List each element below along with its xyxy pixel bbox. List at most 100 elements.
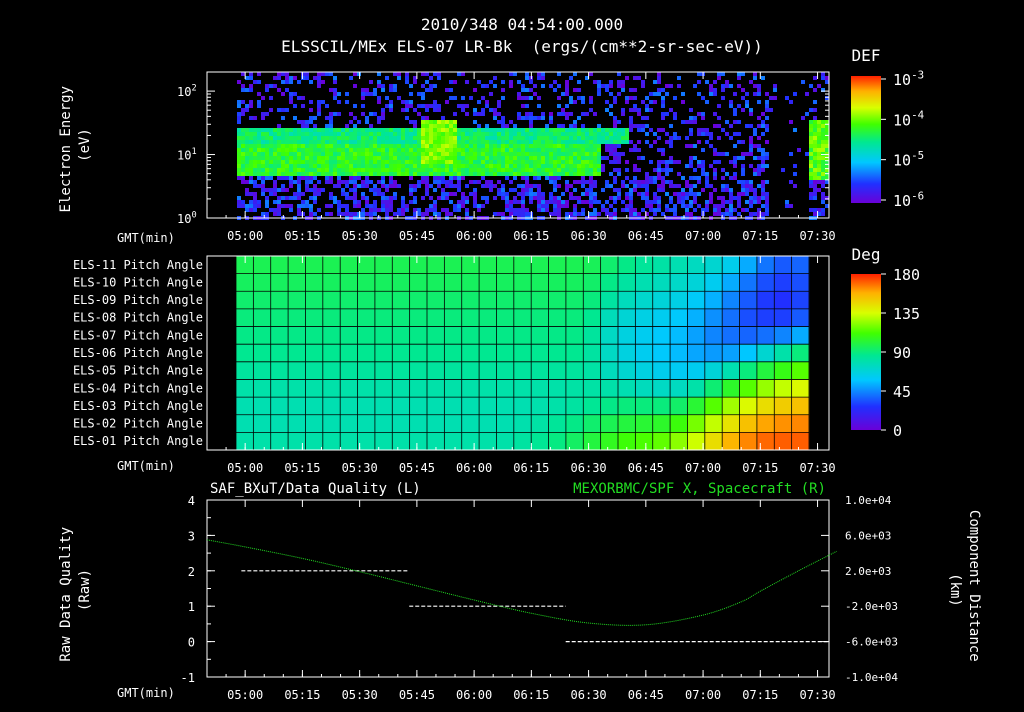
spectrogram-cell [333,168,337,172]
spectrogram-cell [457,144,461,148]
spectrogram-cell [465,144,469,148]
spectrogram-cell [725,84,729,88]
pitch-angle-row-label: ELS-07 Pitch Angle [73,328,203,342]
spectrogram-cell [513,128,517,132]
spectrogram-cell [721,212,725,216]
spectrogram-cell [537,96,541,100]
pitch-angle-cell [236,273,254,292]
spectrogram-cell [545,164,549,168]
pitch-angle-cell [357,361,376,380]
spectrogram-cell [261,116,265,120]
spectrogram-cell [325,164,329,168]
spectrogram-cell [441,140,445,144]
spectrogram-cell [285,160,289,164]
line-right-ticks: 1.0e+046.0e+032.0e+03-2.0e+03-6.0e+03-1.… [821,494,898,684]
spectrogram-cell [793,184,797,188]
spectrogram-cell [501,172,505,176]
spectrogram-cell [637,184,641,188]
spectrogram-cell [401,108,405,112]
spectrogram-cell [753,192,757,196]
spectrogram-cell [657,204,661,208]
spectrogram-cell [425,160,429,164]
spectrogram-cell [817,136,821,140]
spectrogram-cell [817,120,821,124]
spectrogram-cell [705,128,709,132]
spectrogram-cell [505,140,509,144]
spectrogram-cell [325,152,329,156]
spectrogram-cell [389,156,393,160]
pitch-angle-cell [774,291,793,310]
spectrogram-cell [433,172,437,176]
spectrogram-cell [481,196,485,200]
spectrogram-cell [589,148,593,152]
spectrogram-cell [281,116,285,120]
spectrogram-cell [333,144,337,148]
pitch-angle-cell [583,414,602,433]
spectrogram-cell [709,192,713,196]
pitch-angle-cell [374,432,393,451]
spectrogram-cell [249,192,253,196]
pitch-angle-cell [305,344,324,363]
spectrogram-cell [529,112,533,116]
spectrogram-cell [513,196,517,200]
spectrogram-cell [813,140,817,144]
spectrogram-cell [369,180,373,184]
spectrogram-cell [641,208,645,212]
spectrogram-cell [293,104,297,108]
spectrogram-cell [629,116,633,120]
spectrogram-cell [621,80,625,84]
spectrogram-cell [377,96,381,100]
spectrogram-cell [285,140,289,144]
spectrogram-cell [805,152,809,156]
pitch-angle-cell [270,361,289,380]
spectrogram-cell [421,156,425,160]
pitch-angle-cell [548,273,567,292]
pitch-angle-cell [253,291,272,310]
spectrogram-cell [821,136,825,140]
spectrogram-cell [709,144,713,148]
spectrogram-cell [381,156,385,160]
spectrogram-cell [565,84,569,88]
spectrogram-cell [509,168,513,172]
spectrogram-cell [645,188,649,192]
spectrogram-cell [673,116,677,120]
spectrogram-cell [437,180,441,184]
spectrogram-cell [501,148,505,152]
spectrogram-cell [825,96,829,100]
spectrogram-cell [429,128,433,132]
spectrogram-cell [329,168,333,172]
spectrogram-cell [269,168,273,172]
spectrogram-cell [421,148,425,152]
spectrogram-cell [429,168,433,172]
spectrogram-cell [449,164,453,168]
spectrogram-cell [477,152,481,156]
spectrogram-cell [305,204,309,208]
spectrogram-cell [757,172,761,176]
spectrogram-cell [433,200,437,204]
spectrogram-cell [257,104,261,108]
spectrogram-cell [477,132,481,136]
spectrogram-cell [557,184,561,188]
spectrogram-cell [713,212,717,216]
spectrogram-cell [813,108,817,112]
spectrogram-cell [537,192,541,196]
spectrogram-cell [613,156,617,160]
spectrogram-cell [469,128,473,132]
spectrogram-cell [589,96,593,100]
pitch-angle-cell [722,432,741,451]
spectrogram-cell [509,180,513,184]
spectrogram-cell [381,112,385,116]
spectrogram-cell [265,132,269,136]
spectrogram-cell [445,124,449,128]
spectrogram-cell [349,136,353,140]
spectrogram-cell [633,180,637,184]
pitch-angle-cell [513,414,532,433]
spectrogram-cell [357,168,361,172]
spectrogram-cell [461,96,465,100]
spectrogram-cell [261,180,265,184]
spectrogram-cell [249,204,253,208]
spectrogram-cell [281,188,285,192]
spectrogram-cell [405,104,409,108]
spectrogram-cell [593,128,597,132]
spectrogram-cell [753,132,757,136]
